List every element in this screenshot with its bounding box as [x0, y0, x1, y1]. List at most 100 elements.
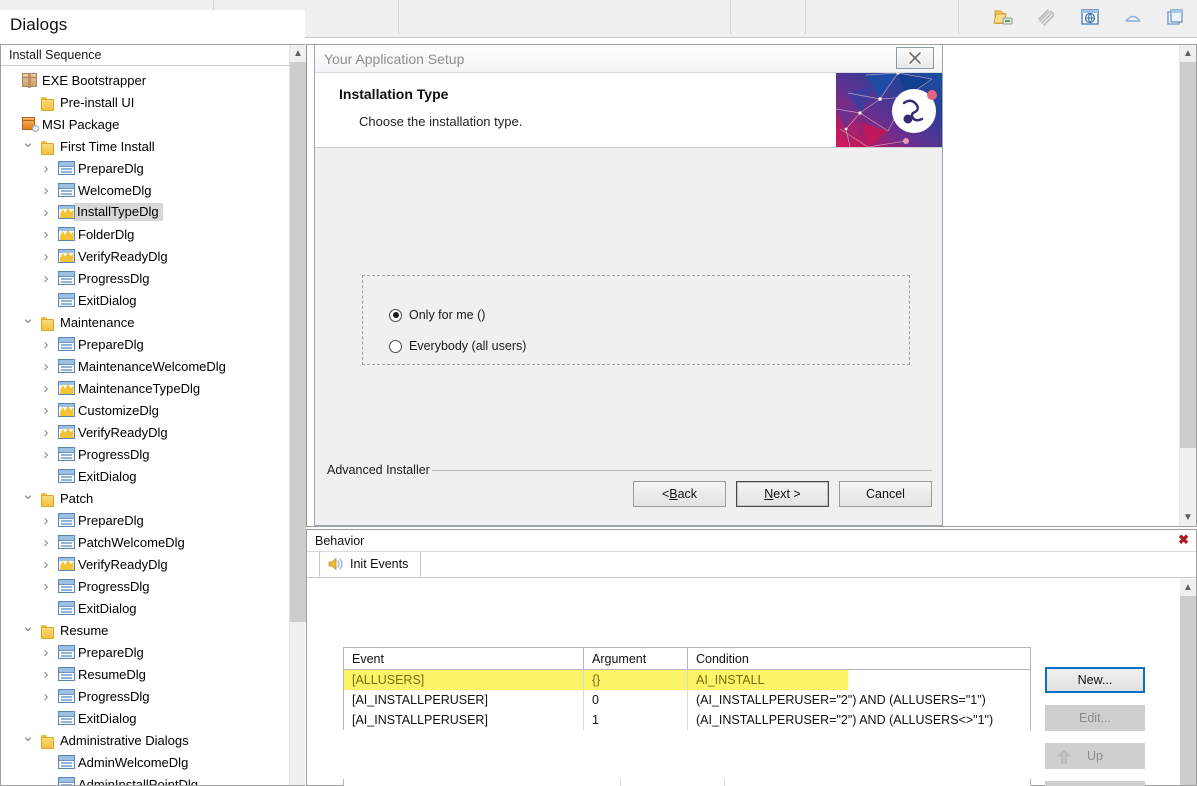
package-icon — [19, 72, 41, 88]
scrollbar-thumb[interactable] — [1180, 62, 1196, 448]
tree-item-msi-package[interactable]: MSI Package — [1, 113, 289, 135]
tree-item-preparedlg[interactable]: PrepareDlg — [1, 509, 289, 531]
tree-item-label: MSI Package — [42, 116, 120, 132]
scrollbar-thumb[interactable] — [1180, 596, 1196, 785]
scroll-up-icon[interactable]: ▲ — [290, 45, 306, 62]
scroll-down-icon[interactable]: ▼ — [1180, 509, 1196, 526]
cancel-button[interactable]: Cancel — [839, 481, 932, 507]
chevron-down-icon[interactable] — [19, 733, 37, 748]
chevron-right-icon[interactable] — [37, 161, 55, 176]
behavior-panel: Behavior ✖ Init Events Event Argument Co… — [306, 529, 1197, 786]
close-icon[interactable]: ✖ — [1178, 533, 1189, 546]
new-button[interactable]: New... — [1045, 667, 1145, 693]
tree-item-exitdialog[interactable]: ExitDialog — [1, 707, 289, 729]
scroll-up-icon[interactable]: ▲ — [1180, 45, 1196, 62]
scrollbar-thumb[interactable] — [290, 62, 306, 622]
events-table[interactable]: Event Argument Condition [ALLUSERS]{} AI_… — [343, 647, 1031, 730]
chevron-right-icon[interactable] — [37, 535, 55, 550]
banner-artwork — [836, 73, 942, 147]
chevron-down-icon[interactable] — [19, 139, 37, 154]
chevron-right-icon[interactable] — [37, 227, 55, 242]
chevron-right-icon[interactable] — [37, 403, 55, 418]
tree-item-exitdialog[interactable]: ExitDialog — [1, 465, 289, 487]
table-row[interactable]: [ALLUSERS]{} AI_INSTALL — [344, 670, 1030, 690]
tree-item-administrative-dialogs[interactable]: Administrative Dialogs — [1, 729, 289, 751]
chevron-right-icon[interactable] — [37, 513, 55, 528]
chevron-right-icon[interactable] — [37, 689, 55, 704]
chevron-down-icon[interactable] — [19, 315, 37, 330]
next-button[interactable]: Next > — [736, 481, 829, 507]
tree-item-verifyreadydlg[interactable]: VerifyReadyDlg — [1, 421, 289, 443]
column-header-argument[interactable]: Argument — [584, 648, 688, 669]
chevron-right-icon[interactable] — [37, 667, 55, 682]
tree-item-label: PrepareDlg — [78, 644, 144, 660]
tree-item-pre-install-ui[interactable]: Pre-install UI — [1, 91, 289, 113]
tree-item-preparedlg[interactable]: PrepareDlg — [1, 333, 289, 355]
chevron-right-icon[interactable] — [37, 359, 55, 374]
tree-item-installtypedlg[interactable]: InstallTypeDlg — [1, 201, 289, 223]
folder-key-icon[interactable] — [982, 0, 1025, 34]
tree-item-verifyreadydlg[interactable]: VerifyReadyDlg — [1, 553, 289, 575]
tree-item-admininstallpointdlg[interactable]: AdminInstallPointDlg — [1, 773, 289, 785]
chevron-right-icon[interactable] — [37, 579, 55, 594]
chevron-right-icon[interactable] — [37, 337, 55, 352]
setup-dialog-preview: Your Application Setup Installation Type… — [314, 45, 943, 526]
tab-init-events[interactable]: Init Events — [319, 551, 422, 577]
tree-item-resumedlg[interactable]: ResumeDlg — [1, 663, 289, 685]
chevron-right-icon[interactable] — [37, 557, 55, 572]
tree-item-exitdialog[interactable]: ExitDialog — [1, 289, 289, 311]
tree-item-patchwelcomedlg[interactable]: PatchWelcomeDlg — [1, 531, 289, 553]
back-button[interactable]: < Back — [633, 481, 726, 507]
tree-item-progressdlg[interactable]: ProgressDlg — [1, 443, 289, 465]
chevron-right-icon[interactable] — [37, 271, 55, 286]
tree-item-maintenance[interactable]: Maintenance — [1, 311, 289, 333]
tree-item-maintenancetypedlg[interactable]: MaintenanceTypeDlg — [1, 377, 289, 399]
tree-item-progressdlg[interactable]: ProgressDlg — [1, 685, 289, 707]
preview-scrollbar[interactable]: ▲ ▼ — [1179, 45, 1196, 526]
tree-item-patch[interactable]: Patch — [1, 487, 289, 509]
tree-item-exe-bootstrapper[interactable]: EXE Bootstrapper — [1, 69, 289, 91]
tree-item-progressdlg[interactable]: ProgressDlg — [1, 267, 289, 289]
tree-scrollbar[interactable]: ▲ — [289, 45, 306, 785]
chevron-right-icon[interactable] — [37, 447, 55, 462]
paperclip-icon[interactable] — [1025, 0, 1068, 34]
sequence-combobox[interactable]: Install Sequence — [1, 45, 304, 66]
scroll-up-icon[interactable]: ▲ — [1180, 579, 1196, 596]
chevron-down-icon[interactable] — [19, 491, 37, 506]
table-row[interactable]: [AI_INSTALLPERUSER] 0 (AI_INSTALLPERUSER="… — [344, 690, 1030, 710]
chevron-down-icon[interactable] — [19, 623, 37, 638]
chevron-right-icon[interactable] — [37, 205, 55, 220]
close-icon[interactable] — [896, 47, 934, 69]
tree-item-resume[interactable]: Resume — [1, 619, 289, 641]
tree-item-welcomedlg[interactable]: WelcomeDlg — [1, 179, 289, 201]
dialog-icon — [55, 359, 77, 373]
column-header-event[interactable]: Event — [344, 648, 584, 669]
column-header-condition[interactable]: Condition — [688, 648, 1030, 669]
tree-item-preparedlg[interactable]: PrepareDlg — [1, 641, 289, 663]
chevron-right-icon[interactable] — [37, 645, 55, 660]
events-table-empty-area[interactable] — [343, 779, 1031, 786]
tree-item-progressdlg[interactable]: ProgressDlg — [1, 575, 289, 597]
tree-item-adminwelcomedlg[interactable]: AdminWelcomeDlg — [1, 751, 289, 773]
table-row[interactable]: [AI_INSTALLPERUSER] 1 (AI_INSTALLPERUSER="… — [344, 710, 1030, 730]
chevron-right-icon[interactable] — [37, 183, 55, 198]
tree-item-verifyreadydlg[interactable]: VerifyReadyDlg — [1, 245, 289, 267]
globe-window-icon[interactable] — [1068, 0, 1111, 34]
tree-item-preparedlg[interactable]: PrepareDlg — [1, 157, 289, 179]
tree-item-maintenancewelcomedlg[interactable]: MaintenanceWelcomeDlg — [1, 355, 289, 377]
tree-item-folderdlg[interactable]: FolderDlg — [1, 223, 289, 245]
dialogs-tree[interactable]: EXE Bootstrapper Pre-install UI MSI Packag… — [1, 67, 289, 785]
arch-icon[interactable] — [1111, 0, 1154, 34]
chevron-right-icon[interactable] — [37, 381, 55, 396]
chevron-right-icon[interactable] — [37, 425, 55, 440]
tree-item-first-time-install[interactable]: First Time Install — [1, 135, 289, 157]
chevron-right-icon[interactable] — [37, 249, 55, 264]
setup-dialog-title: Your Application Setup — [324, 50, 465, 67]
radio-only-for-me[interactable]: Only for me () — [389, 308, 485, 322]
copies-icon[interactable] — [1154, 0, 1197, 34]
tree-item-customizedlg[interactable]: CustomizeDlg — [1, 399, 289, 421]
tree-item-exitdialog[interactable]: ExitDialog — [1, 597, 289, 619]
radio-everybody[interactable]: Everybody (all users) — [389, 339, 526, 353]
dialog-preview-panel: Your Application Setup Installation Type… — [306, 44, 1197, 527]
behavior-scrollbar[interactable]: ▲ — [1180, 579, 1196, 785]
